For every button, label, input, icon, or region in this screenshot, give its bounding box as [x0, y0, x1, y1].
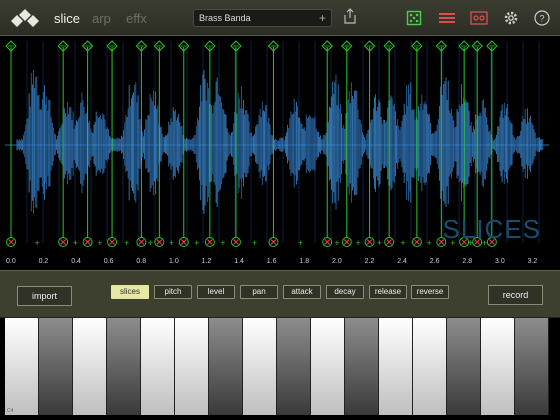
add-slice-icon[interactable]: +	[400, 238, 405, 248]
piano-key[interactable]	[413, 318, 447, 415]
pan-button[interactable]: pan	[240, 285, 278, 299]
piano-key[interactable]	[277, 318, 311, 415]
logo-icon[interactable]	[10, 8, 40, 28]
time-tick: 0.0	[6, 258, 16, 265]
piano-key[interactable]	[481, 318, 515, 415]
control-bar: import slices pitch level pan attack dec…	[0, 270, 560, 318]
svg-text:?: ?	[539, 14, 544, 24]
time-tick: 1.2	[201, 258, 212, 265]
top-toolbar: slice arp effx Brass Banda + ?	[0, 0, 560, 36]
piano-key[interactable]	[141, 318, 175, 415]
time-tick: 2.2	[364, 258, 375, 265]
add-slice-icon[interactable]: +	[148, 238, 153, 248]
tape-icon[interactable]	[470, 10, 488, 26]
level-button[interactable]: level	[197, 285, 235, 299]
add-slice-icon[interactable]: +	[194, 238, 199, 248]
slice-marker[interactable]	[5, 40, 17, 247]
time-tick: 1.6	[266, 258, 277, 265]
key-label: C4	[7, 408, 14, 414]
piano-key[interactable]	[311, 318, 345, 415]
piano-key[interactable]	[209, 318, 243, 415]
tab-effx[interactable]: effx	[126, 11, 147, 26]
piano-key[interactable]	[515, 318, 549, 415]
import-button[interactable]: import	[17, 286, 72, 306]
time-tick: 3.2	[527, 258, 538, 265]
time-tick: 3.0	[495, 258, 505, 265]
add-slice-icon[interactable]: +	[426, 238, 431, 248]
add-slice-icon[interactable]: +	[97, 238, 102, 248]
time-tick: 2.6	[429, 258, 440, 265]
waveform-view[interactable]: + + + + + + + + + + + + + + + + + + SLICES	[5, 37, 549, 269]
piano-key[interactable]	[379, 318, 413, 415]
add-slice-icon[interactable]: +	[34, 238, 39, 248]
waveform-title: SLICES	[442, 214, 541, 244]
add-slice-icon[interactable]: +	[252, 238, 257, 248]
time-tick: 0.6	[103, 258, 114, 265]
time-tick: 1.4	[234, 258, 244, 265]
release-button[interactable]: release	[369, 285, 407, 299]
time-tick: 0.8	[136, 258, 147, 265]
add-slice-icon[interactable]: +	[169, 238, 174, 248]
tab-arp[interactable]: arp	[92, 11, 111, 26]
time-axis: 0.0 0.2 0.4 0.6 0.8 1.0 1.2 1.4 1.6 1.8 2.0 2.2 2.4 2…	[5, 257, 549, 269]
tab-slice[interactable]: slice	[54, 11, 80, 26]
add-slice-icon[interactable]: +	[377, 238, 382, 248]
piano-key[interactable]	[107, 318, 141, 415]
add-slice-icon[interactable]: +	[334, 238, 339, 248]
add-slice-icon[interactable]: +	[298, 238, 303, 248]
piano-key[interactable]	[73, 318, 107, 415]
attack-button[interactable]: attack	[283, 285, 321, 299]
time-tick: 1.8	[299, 258, 310, 265]
help-icon[interactable]: ?	[534, 10, 550, 26]
piano-key[interactable]	[39, 318, 73, 415]
preset-name: Brass Banda	[199, 13, 251, 23]
waveform-grid	[10, 41, 540, 243]
list-icon[interactable]	[438, 10, 456, 26]
time-tick: 2.0	[332, 258, 342, 265]
add-slice-icon[interactable]: +	[220, 238, 225, 248]
piano-key[interactable]	[243, 318, 277, 415]
time-tick: 1.0	[169, 258, 179, 265]
add-slice-icon[interactable]: +	[73, 238, 78, 248]
add-preset-button[interactable]: +	[319, 11, 326, 25]
add-slice-icon[interactable]: +	[124, 238, 129, 248]
preset-name-field[interactable]: Brass Banda +	[193, 9, 332, 27]
piano-key[interactable]	[175, 318, 209, 415]
time-tick: 0.2	[38, 258, 49, 265]
time-tick: 2.8	[462, 258, 473, 265]
reverse-button[interactable]: reverse	[411, 285, 449, 299]
time-tick: 0.4	[71, 258, 81, 265]
piano-key[interactable]	[447, 318, 481, 415]
time-tick: 2.4	[397, 258, 407, 265]
record-button[interactable]: record	[488, 285, 543, 305]
dice-icon[interactable]	[406, 10, 422, 26]
share-icon[interactable]	[342, 8, 358, 24]
keyboard: C4	[5, 318, 549, 415]
piano-key[interactable]	[345, 318, 379, 415]
slices-button[interactable]: slices	[111, 285, 149, 299]
pitch-button[interactable]: pitch	[154, 285, 192, 299]
piano-key[interactable]: C4	[5, 318, 39, 415]
decay-button[interactable]: decay	[326, 285, 364, 299]
add-slice-icon[interactable]: +	[356, 238, 361, 248]
gear-icon[interactable]	[503, 10, 519, 26]
